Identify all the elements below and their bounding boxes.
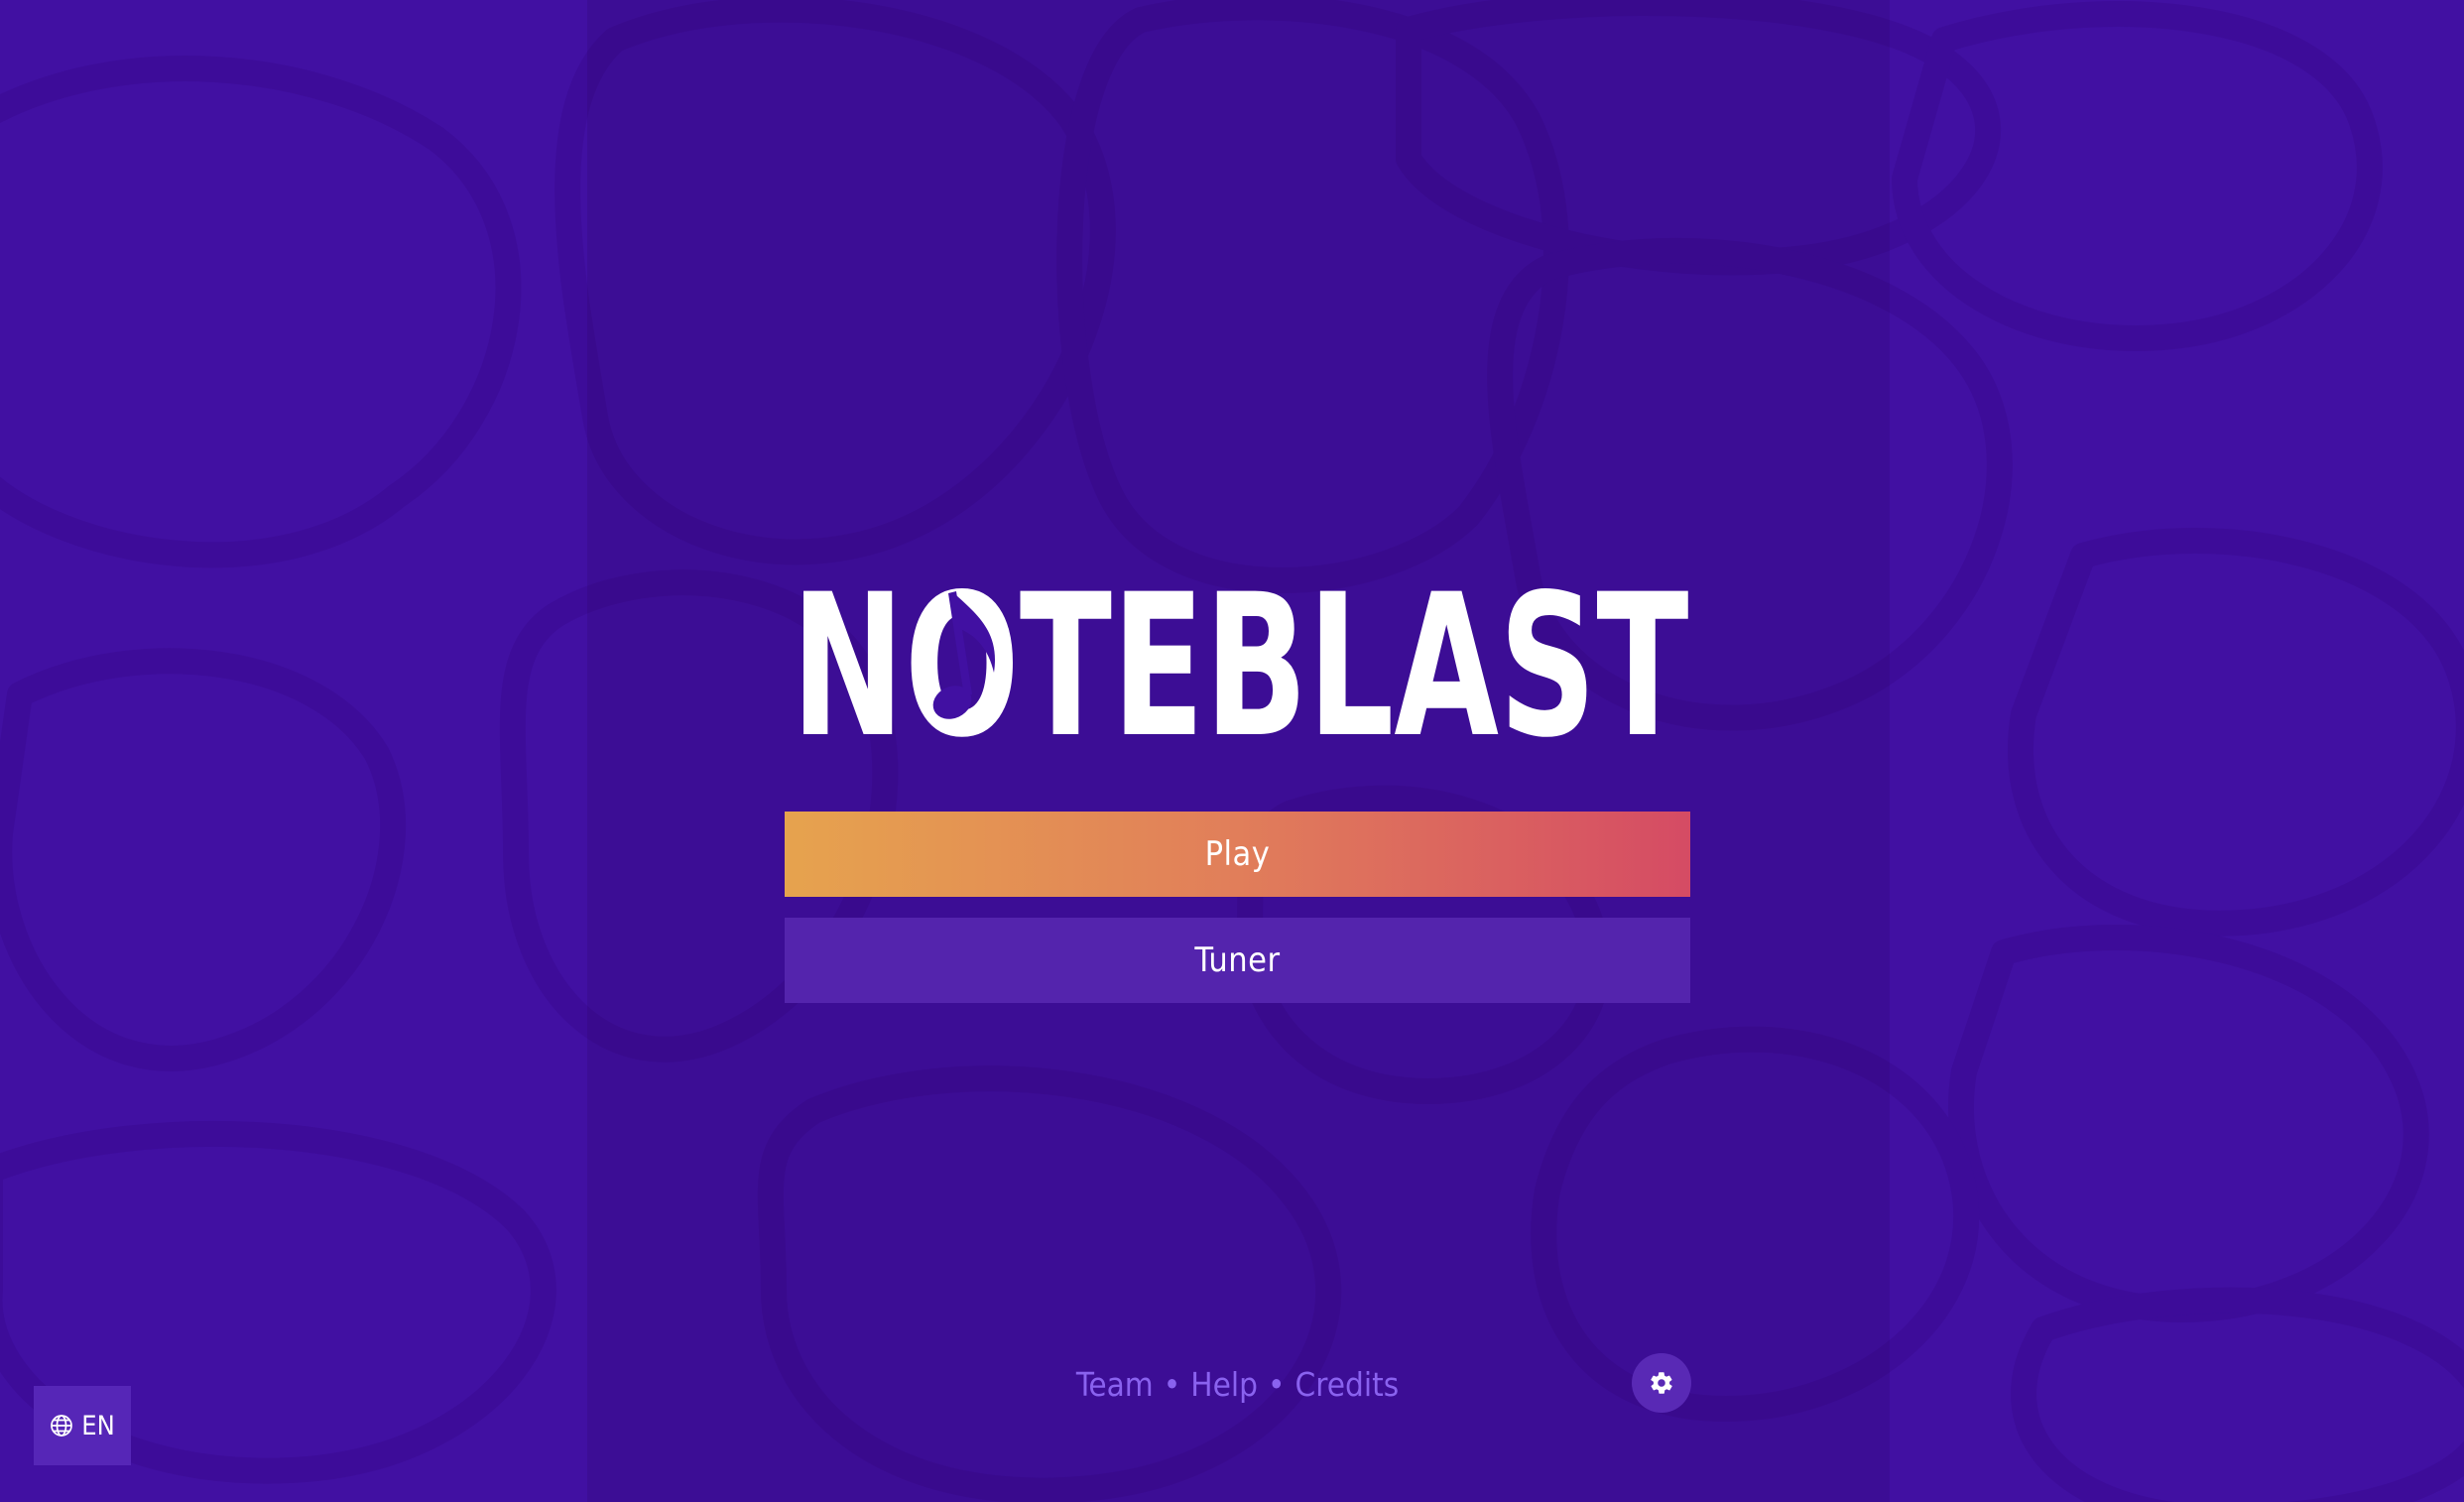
logo-wordmark: NOTEBLAST bbox=[792, 556, 1689, 754]
help-link[interactable]: Help bbox=[1190, 1365, 1258, 1404]
footer-separator: • bbox=[1163, 1364, 1181, 1404]
team-link[interactable]: Team bbox=[1076, 1365, 1154, 1404]
settings-button[interactable] bbox=[1632, 1353, 1691, 1413]
language-code: EN bbox=[81, 1410, 115, 1441]
footer-links: Team • Help • Credits bbox=[1032, 1359, 1443, 1409]
noteblast-logo: NOTEBLAST bbox=[792, 556, 1689, 754]
credits-link[interactable]: Credits bbox=[1294, 1365, 1399, 1404]
play-button[interactable]: Play bbox=[785, 812, 1690, 897]
language-button[interactable]: EN bbox=[34, 1386, 131, 1465]
gear-icon bbox=[1651, 1372, 1672, 1394]
globe-icon bbox=[50, 1414, 73, 1438]
main-menu-screen: NOTEBLAST Play Tuner Team • Help • Credi… bbox=[0, 0, 2464, 1502]
tuner-button[interactable]: Tuner bbox=[785, 918, 1690, 1003]
footer-separator: • bbox=[1267, 1364, 1286, 1404]
